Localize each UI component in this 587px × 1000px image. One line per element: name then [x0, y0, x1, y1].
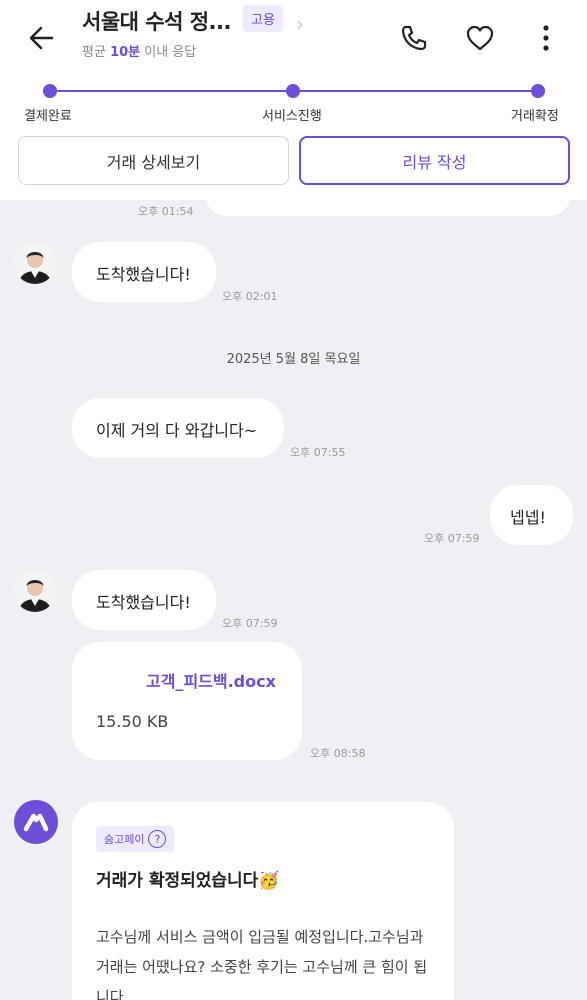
response-time: 평균 10분 이내 응답: [82, 41, 196, 60]
write-review-button[interactable]: 리뷰 작성: [299, 136, 570, 185]
avatar[interactable]: [14, 570, 56, 612]
response-time-prefix: 평균: [82, 45, 111, 60]
chat-title[interactable]: 서울대 수석 정...: [82, 6, 231, 36]
file-size: 15.50 KB: [96, 712, 169, 731]
message-time: 오후 02:01: [222, 290, 278, 303]
avatar[interactable]: [14, 242, 56, 284]
soomgo-logo-mark: [23, 813, 49, 832]
message-time: 오후 07:59: [222, 617, 278, 630]
response-time-value: 10분: [110, 45, 141, 60]
file-attachment[interactable]: 고객_피드백.docx 15.50 KB: [72, 642, 302, 760]
chat-area[interactable]: 오후 01:54 도착했습니다! 오후 02:01 2025년 5월 8일 목요…: [0, 170, 587, 1000]
deal-confirmed-title-text: 거래가 확정되었습니다: [96, 871, 259, 891]
soomgo-logo-icon: [14, 800, 58, 844]
arrow-left-icon[interactable]: [26, 22, 58, 54]
date-separator: 2025년 5월 8일 목요일: [226, 352, 361, 367]
sent-message-bubble: 넵넵!: [490, 485, 573, 545]
file-name[interactable]: 고객_피드백.docx: [146, 668, 276, 692]
deal-confirmed-title: 거래가 확정되었습니다🥳: [96, 866, 280, 891]
message-bubble: 이제 거의 다 와갑니다~: [72, 398, 284, 458]
soomgo-pay-label: 숨고페이: [104, 833, 145, 846]
party-face-icon: 🥳: [258, 871, 280, 891]
heart-icon[interactable]: [464, 22, 496, 54]
chevron-right-icon[interactable]: ›: [296, 12, 304, 36]
phone-icon[interactable]: [398, 22, 430, 54]
message-bubble: 도착했습니다!: [72, 242, 216, 302]
chat-header: 서울대 수석 정... 고용 › 평균 10분 이내 응답 결제완료 서비스진행…: [0, 0, 587, 200]
soomgo-pay-badge[interactable]: 숨고페이 ?: [96, 826, 175, 852]
progress-dot-confirmed: [531, 84, 545, 98]
hire-badge: 고용: [243, 5, 283, 32]
deal-confirmed-card: 숨고페이 ? 거래가 확정되었습니다🥳 고수님께 서비스 금액이 입금될 예정입…: [72, 802, 454, 1000]
message-time: 오후 01:54: [138, 205, 194, 218]
progress-dot-in-progress: [286, 84, 300, 98]
question-circle-icon[interactable]: ?: [148, 830, 167, 848]
message-time: 오후 08:58: [310, 747, 366, 760]
step-confirmed: 거래확정: [511, 109, 559, 124]
progress-dot-paid: [43, 84, 57, 98]
deal-confirmed-body: 고수님께 서비스 금액이 입금될 예정입니다.고수님과 거래는 어땠나요? 소중…: [96, 928, 428, 1000]
avatar-image: [14, 570, 56, 612]
message-time: 오후 07:55: [290, 446, 346, 459]
step-in-progress: 서비스진행: [262, 109, 322, 124]
deal-detail-button[interactable]: 거래 상세보기: [18, 136, 289, 185]
message-time: 오후 07:59: [424, 532, 480, 545]
more-vertical-icon[interactable]: [530, 22, 562, 54]
avatar-image: [14, 242, 56, 284]
response-time-suffix: 이내 응답: [140, 45, 197, 60]
message-bubble: 도착했습니다!: [72, 570, 216, 630]
step-paid: 결제완료: [24, 109, 72, 124]
